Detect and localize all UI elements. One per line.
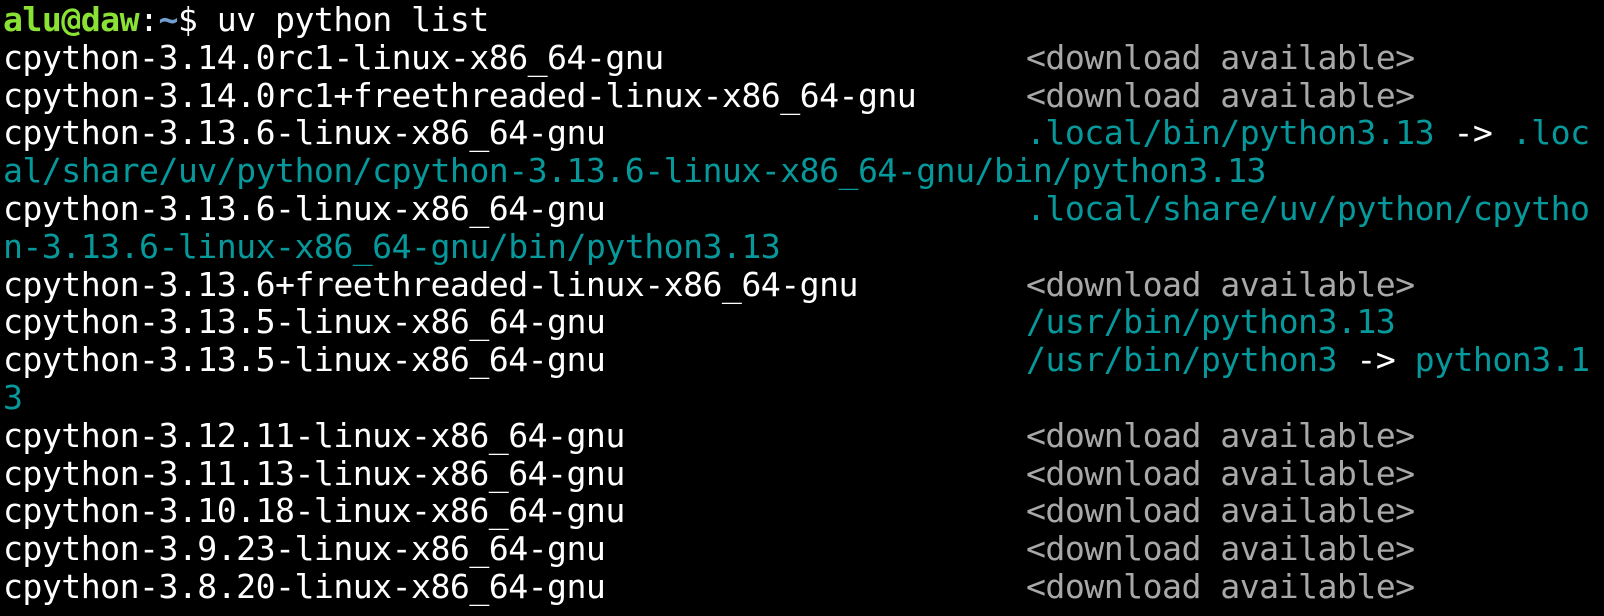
python-version: cpython-3.11.13-linux-x86_64-gnu	[3, 453, 625, 493]
python-version: cpython-3.13.6-linux-x86_64-gnu	[3, 188, 606, 228]
python-row: cpython-3.9.23-linux-x86_64-gnu <download…	[3, 530, 1604, 568]
symlink-target-continued: al/share/uv/python/cpython-3.13.6-linux-…	[3, 151, 1267, 191]
python-row: cpython-3.10.18-linux-x86_64-gnu <downloa…	[3, 492, 1604, 530]
prompt-line: alu@daw:~$ uv python list	[3, 1, 1604, 39]
python-row: cpython-3.8.20-linux-x86_64-gnu <download…	[3, 568, 1604, 606]
python-row: cpython-3.11.13-linux-x86_64-gnu <downloa…	[3, 453, 1604, 493]
symlink-arrow: ->	[1336, 340, 1415, 380]
python-version: cpython-3.10.18-linux-x86_64-gnu	[3, 491, 625, 531]
python-row: cpython-3.14.0rc1+freethreaded-linux-x86…	[3, 75, 1604, 115]
wrapped-path-line: 3	[3, 379, 1604, 417]
wrapped-path-line: al/share/uv/python/cpython-3.13.6-linux-…	[3, 152, 1604, 190]
download-status: <download available>	[1026, 37, 1415, 77]
python-row: cpython-3.13.5-linux-x86_64-gnu/usr/bin/…	[3, 303, 1604, 341]
prompt-path: ~	[158, 0, 178, 39]
python-row: cpython-3.13.5-linux-x86_64-gnu/usr/bin/…	[3, 341, 1604, 379]
install-path: /usr/bin/python3	[1026, 340, 1337, 380]
terminal-output: alu@daw:~$ uv python list cpython-3.14.0…	[3, 1, 1604, 606]
symlink-target-continued: 3	[3, 377, 23, 417]
install-path-continued: n-3.13.6-linux-x86_64-gnu/bin/python3.13	[3, 226, 781, 266]
python-row: cpython-3.13.6-linux-x86_64-gnu .local/sh…	[3, 190, 1604, 228]
python-row: cpython-3.13.6+freethreaded-linux-x86_64…	[3, 264, 1604, 304]
python-version: cpython-3.13.5-linux-x86_64-gnu	[3, 302, 606, 342]
python-row: cpython-3.12.11-linux-x86_64-gnu <downloa…	[3, 415, 1604, 455]
symlink-arrow: ->	[1434, 113, 1512, 153]
symlink-target: python3.1	[1414, 340, 1590, 380]
download-status: <download available>	[1026, 75, 1415, 115]
python-version: cpython-3.14.0rc1+freethreaded-linux-x86…	[3, 75, 917, 115]
python-version: cpython-3.9.23-linux-x86_64-gnu	[3, 529, 606, 569]
prompt-separator: :	[139, 0, 159, 39]
python-version: cpython-3.13.5-linux-x86_64-gnu	[3, 340, 606, 380]
install-path: .local/share/uv/python/cpytho	[1026, 188, 1590, 228]
download-status: <download available>	[1026, 566, 1415, 606]
wrapped-path-line: n-3.13.6-linux-x86_64-gnu/bin/python3.13	[3, 226, 1604, 266]
python-version: cpython-3.8.20-linux-x86_64-gnu	[3, 566, 606, 606]
download-status: <download available>	[1026, 491, 1415, 531]
python-version: cpython-3.12.11-linux-x86_64-gnu	[3, 415, 625, 455]
python-version: cpython-3.14.0rc1-linux-x86_64-gnu	[3, 37, 664, 77]
symlink-target: .loc	[1511, 113, 1590, 153]
download-status: <download available>	[1026, 529, 1415, 569]
download-status: <download available>	[1026, 453, 1415, 493]
terminal-window[interactable]: alu@daw:~$ uv python list cpython-3.14.0…	[0, 0, 1604, 616]
python-row: cpython-3.14.0rc1-linux-x86_64-gnu <downl…	[3, 37, 1604, 77]
install-path: .local/bin/python3.13	[1026, 113, 1435, 153]
python-row: cpython-3.13.6-linux-x86_64-gnu .local/bi…	[3, 114, 1604, 152]
prompt-user-host: alu@daw	[3, 0, 140, 39]
download-status: <download available>	[1026, 264, 1415, 304]
install-path: /usr/bin/python3.13	[1026, 302, 1396, 342]
download-status: <download available>	[1026, 415, 1415, 455]
python-version: cpython-3.13.6-linux-x86_64-gnu	[3, 113, 606, 153]
command-text: uv python list	[216, 0, 490, 39]
prompt-dollar: $	[177, 0, 217, 39]
python-version: cpython-3.13.6+freethreaded-linux-x86_64…	[3, 264, 859, 304]
